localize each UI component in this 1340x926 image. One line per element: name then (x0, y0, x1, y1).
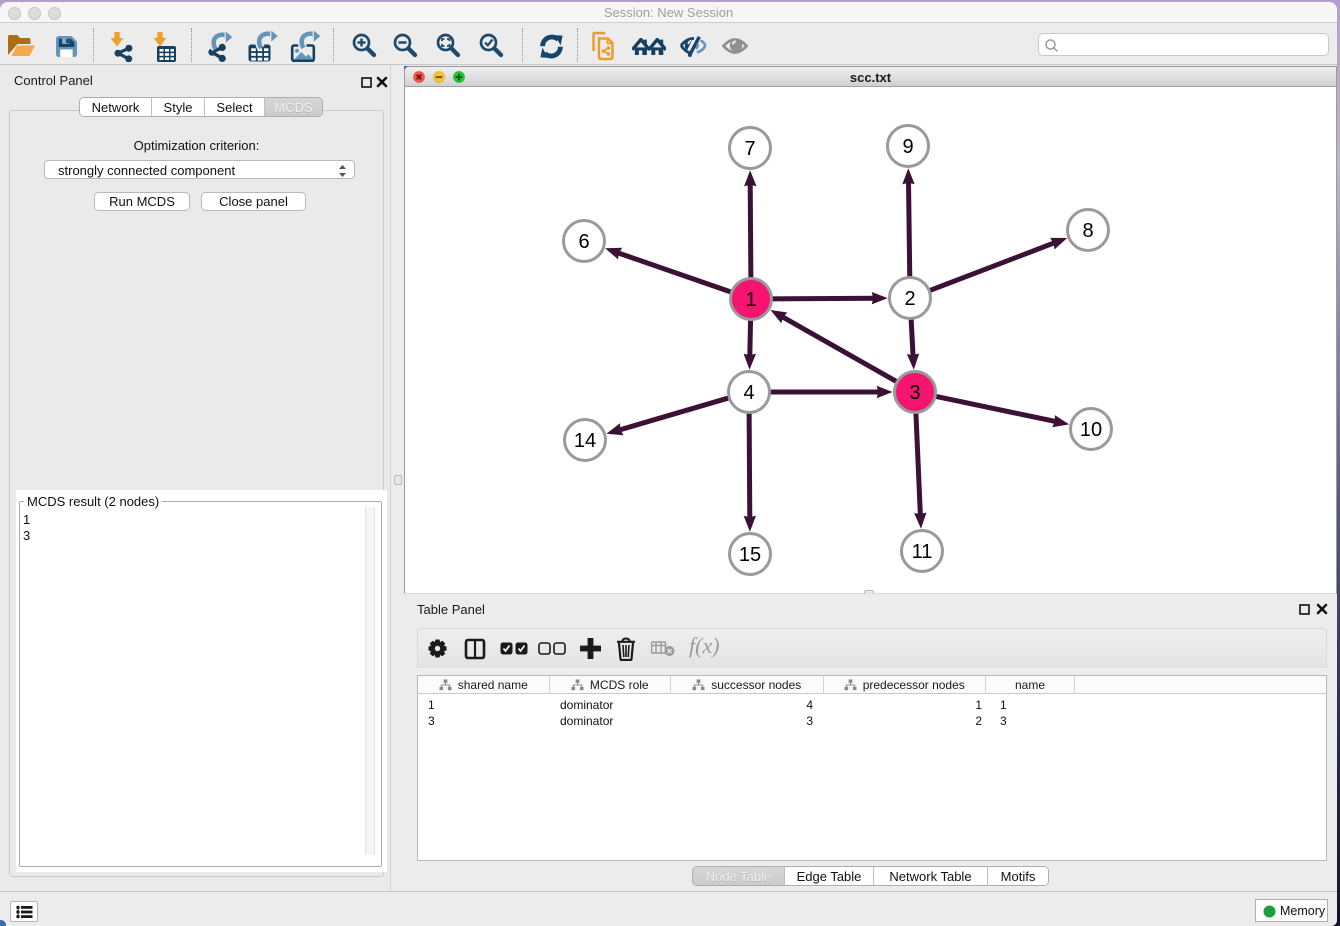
svg-text:15: 15 (739, 544, 761, 566)
svg-text:7: 7 (744, 138, 755, 160)
svg-text:14: 14 (574, 430, 596, 452)
svg-text:11: 11 (912, 541, 933, 563)
svg-text:3: 3 (909, 382, 920, 404)
svg-text:4: 4 (743, 382, 754, 404)
svg-text:6: 6 (578, 231, 589, 253)
svg-text:8: 8 (1082, 220, 1093, 242)
svg-text:2: 2 (904, 288, 915, 310)
svg-text:10: 10 (1080, 419, 1102, 441)
svg-text:9: 9 (902, 136, 913, 158)
svg-text:1: 1 (745, 289, 756, 311)
